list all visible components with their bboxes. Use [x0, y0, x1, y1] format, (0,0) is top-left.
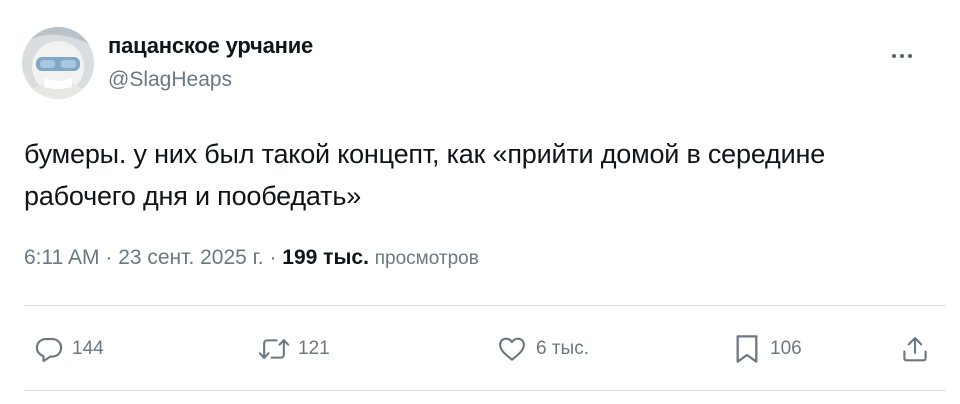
like-button[interactable]: 6 тыс.: [496, 332, 589, 366]
share-button[interactable]: [900, 332, 930, 366]
repost-icon: [258, 339, 290, 359]
bookmark-button[interactable]: 106: [732, 332, 802, 366]
avatar-image: [22, 27, 94, 99]
repost-button[interactable]: 121: [258, 332, 330, 366]
divider: [24, 305, 946, 306]
repost-count: 121: [298, 338, 330, 359]
more-icon[interactable]: [882, 44, 922, 68]
heart-icon: [499, 337, 525, 361]
tweet-text: бумеры. у них был такой концепт, как «пр…: [24, 133, 954, 217]
author-handle[interactable]: @SlagHeaps: [108, 68, 232, 92]
reply-count: 144: [72, 338, 104, 359]
avatar[interactable]: [22, 27, 94, 99]
views-count: 199 тыс.: [282, 246, 369, 269]
meta-separator: ·: [269, 246, 277, 269]
tweet-time[interactable]: 6:11 AM: [24, 246, 100, 269]
share-icon: [903, 337, 927, 362]
bookmark-icon: [736, 335, 758, 363]
more-dot: [892, 54, 896, 58]
tweet-card: пацанское урчание @SlagHeaps бумеры. у н…: [0, 0, 960, 404]
views-label: просмотров: [374, 248, 479, 269]
bookmark-count: 106: [770, 338, 802, 359]
tweet-text-line: бумеры. у них был такой концепт, как «пр…: [24, 139, 826, 169]
more-dot: [908, 54, 912, 58]
tweet-meta: 6:11 AM · 23 сент. 2025 г. · 199 тыс. пр…: [24, 246, 479, 270]
more-dot: [900, 54, 904, 58]
like-count: 6 тыс.: [536, 338, 589, 359]
tweet-date[interactable]: 23 сент. 2025 г.: [118, 246, 263, 269]
meta-separator: ·: [105, 246, 113, 269]
reply-button[interactable]: 144: [34, 332, 104, 366]
author-display-name[interactable]: пацанское урчание: [108, 33, 313, 59]
tweet-text-line: рабочего дня и пообедать»: [24, 181, 362, 211]
reply-icon: [35, 337, 63, 363]
divider: [24, 390, 946, 391]
